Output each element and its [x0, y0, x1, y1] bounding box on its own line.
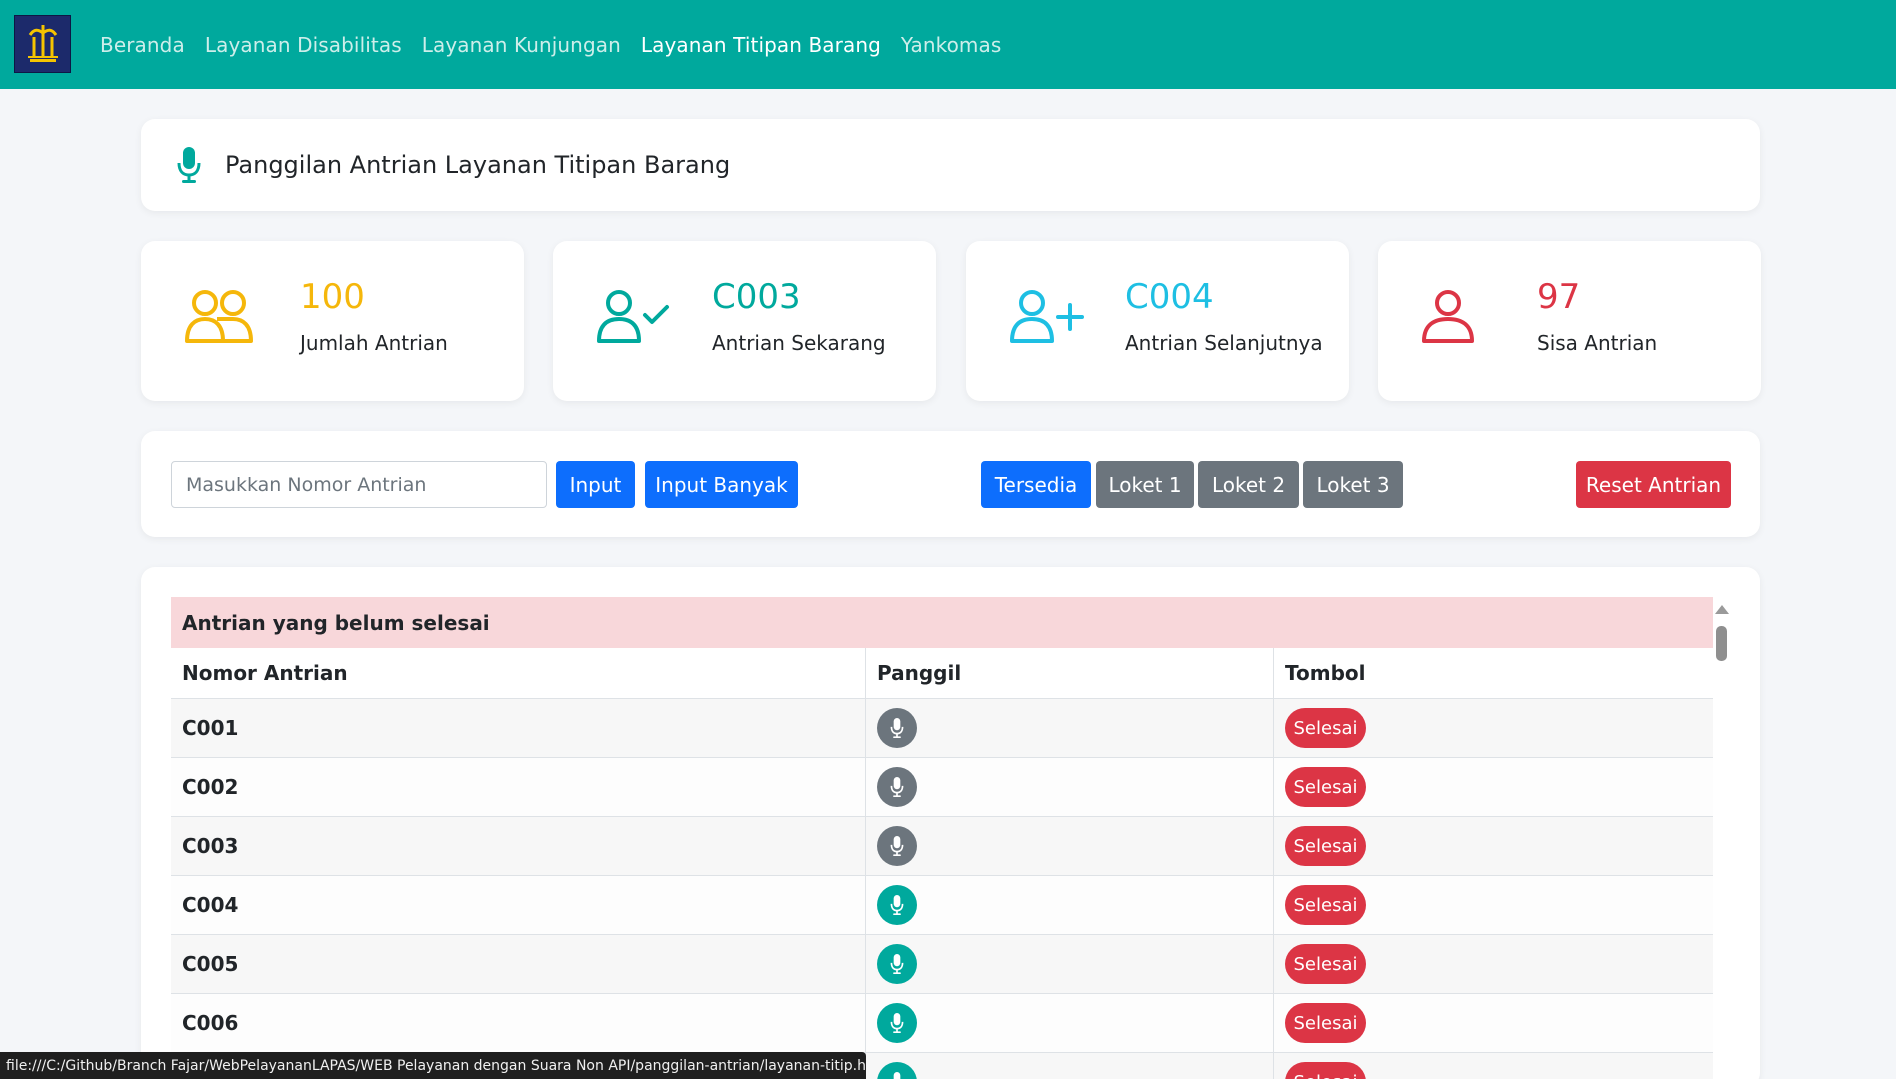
finish-button[interactable]: Selesai — [1285, 826, 1366, 866]
table-body: C001 Selesai C002 Selesai C003 Selesai C004 Sel… — [171, 699, 1713, 1079]
table-row: C006 Selesai — [171, 994, 1713, 1053]
top-navbar: Beranda Layanan Disabilitas Layanan Kunj… — [0, 0, 1896, 89]
table-row: C004 Selesai — [171, 876, 1713, 935]
input-many-button[interactable]: Input Banyak — [645, 461, 798, 508]
call-microphone-icon[interactable] — [877, 826, 917, 866]
call-microphone-icon[interactable] — [877, 767, 917, 807]
logo[interactable] — [14, 15, 71, 73]
call-cell — [866, 817, 1274, 875]
header-nomor-antrian: Nomor Antrian — [171, 648, 866, 698]
call-cell — [866, 758, 1274, 816]
next-queue-label: Antrian Selanjutnya — [1125, 331, 1323, 355]
current-queue-value: C003 — [712, 277, 801, 317]
call-cell — [866, 1053, 1274, 1079]
stat-card-next: C004 Antrian Selanjutnya — [966, 241, 1349, 401]
call-cell — [866, 994, 1274, 1052]
nav-link-layanan-kunjungan[interactable]: Layanan Kunjungan — [422, 33, 621, 57]
controls-card: Input Input Banyak Tersedia Loket 1 Loke… — [141, 431, 1760, 537]
queue-number: C004 — [171, 876, 866, 934]
table-header-row: Nomor Antrian Panggil Tombol — [171, 648, 1713, 699]
call-microphone-icon[interactable] — [877, 885, 917, 925]
action-cell: Selesai — [1274, 758, 1713, 816]
nav-link-beranda[interactable]: Beranda — [100, 33, 185, 57]
current-queue-label: Antrian Sekarang — [712, 331, 886, 355]
call-cell — [866, 699, 1274, 757]
queue-table: Antrian yang belum selesai Nomor Antrian… — [171, 597, 1713, 1079]
reset-queue-button[interactable]: Reset Antrian — [1576, 461, 1731, 508]
header-panggil: Panggil — [866, 648, 1274, 698]
next-queue-value: C004 — [1125, 277, 1214, 317]
action-cell: Selesai — [1274, 994, 1713, 1052]
finish-button[interactable]: Selesai — [1285, 708, 1366, 748]
action-cell: Selesai — [1274, 1053, 1713, 1079]
queue-table-card: Antrian yang belum selesai Nomor Antrian… — [141, 567, 1760, 1079]
table-row: C001 Selesai — [171, 699, 1713, 758]
finish-button[interactable]: Selesai — [1285, 1003, 1366, 1043]
table-row: C005 Selesai — [171, 935, 1713, 994]
remaining-queue-label: Sisa Antrian — [1537, 331, 1658, 355]
action-cell: Selesai — [1274, 699, 1713, 757]
user-check-icon — [595, 289, 671, 349]
nav-link-yankomas[interactable]: Yankomas — [901, 33, 1001, 57]
user-icon — [1420, 289, 1476, 349]
queue-number: C005 — [171, 935, 866, 993]
counter-loket-1-button[interactable]: Loket 1 — [1096, 461, 1194, 508]
finish-button[interactable]: Selesai — [1285, 1062, 1366, 1079]
call-microphone-icon[interactable] — [877, 1003, 917, 1043]
call-microphone-icon[interactable] — [877, 708, 917, 748]
user-plus-icon — [1008, 289, 1084, 349]
finish-button[interactable]: Selesai — [1285, 767, 1366, 807]
call-microphone-icon[interactable] — [877, 1062, 917, 1079]
total-queue-value: 100 — [300, 277, 365, 317]
table-row: C002 Selesai — [171, 758, 1713, 817]
action-cell: Selesai — [1274, 935, 1713, 993]
action-cell: Selesai — [1274, 817, 1713, 875]
scroll-thumb[interactable] — [1716, 626, 1727, 661]
table-scrollbar[interactable] — [1715, 605, 1729, 1065]
queue-number: C006 — [171, 994, 866, 1052]
scroll-up-arrow-icon[interactable] — [1715, 605, 1729, 614]
table-row: C003 Selesai — [171, 817, 1713, 876]
table-banner: Antrian yang belum selesai — [171, 597, 1713, 648]
call-cell — [866, 935, 1274, 993]
counter-tersedia-button[interactable]: Tersedia — [981, 461, 1091, 508]
stat-card-current: C003 Antrian Sekarang — [553, 241, 936, 401]
input-button[interactable]: Input — [556, 461, 635, 508]
queue-number: C003 — [171, 817, 866, 875]
stat-card-remaining: 97 Sisa Antrian — [1378, 241, 1761, 401]
finish-button[interactable]: Selesai — [1285, 944, 1366, 984]
browser-status-bar: file:///C:/Github/Branch Fajar/WebPelaya… — [0, 1052, 866, 1079]
header-tombol: Tombol — [1285, 661, 1366, 685]
page-title-card: Panggilan Antrian Layanan Titipan Barang — [141, 119, 1760, 211]
finish-button[interactable]: Selesai — [1285, 885, 1366, 925]
people-icon — [183, 289, 255, 349]
counter-loket-2-button[interactable]: Loket 2 — [1198, 461, 1299, 508]
page-title: Panggilan Antrian Layanan Titipan Barang — [225, 151, 731, 179]
nav-links: Beranda Layanan Disabilitas Layanan Kunj… — [100, 0, 1021, 89]
total-queue-label: Jumlah Antrian — [300, 331, 448, 355]
call-microphone-icon[interactable] — [877, 944, 917, 984]
action-cell: Selesai — [1274, 876, 1713, 934]
counter-loket-3-button[interactable]: Loket 3 — [1303, 461, 1403, 508]
queue-number-input[interactable] — [171, 461, 547, 508]
microphone-icon — [177, 147, 201, 187]
stat-card-total: 100 Jumlah Antrian — [141, 241, 524, 401]
nav-link-layanan-disabilitas[interactable]: Layanan Disabilitas — [205, 33, 402, 57]
nav-link-layanan-titipan-barang[interactable]: Layanan Titipan Barang — [641, 33, 881, 57]
pengayoman-logo-icon — [27, 25, 58, 62]
queue-number: C002 — [171, 758, 866, 816]
call-cell — [866, 876, 1274, 934]
remaining-queue-value: 97 — [1537, 277, 1581, 317]
queue-number: C001 — [171, 699, 866, 757]
